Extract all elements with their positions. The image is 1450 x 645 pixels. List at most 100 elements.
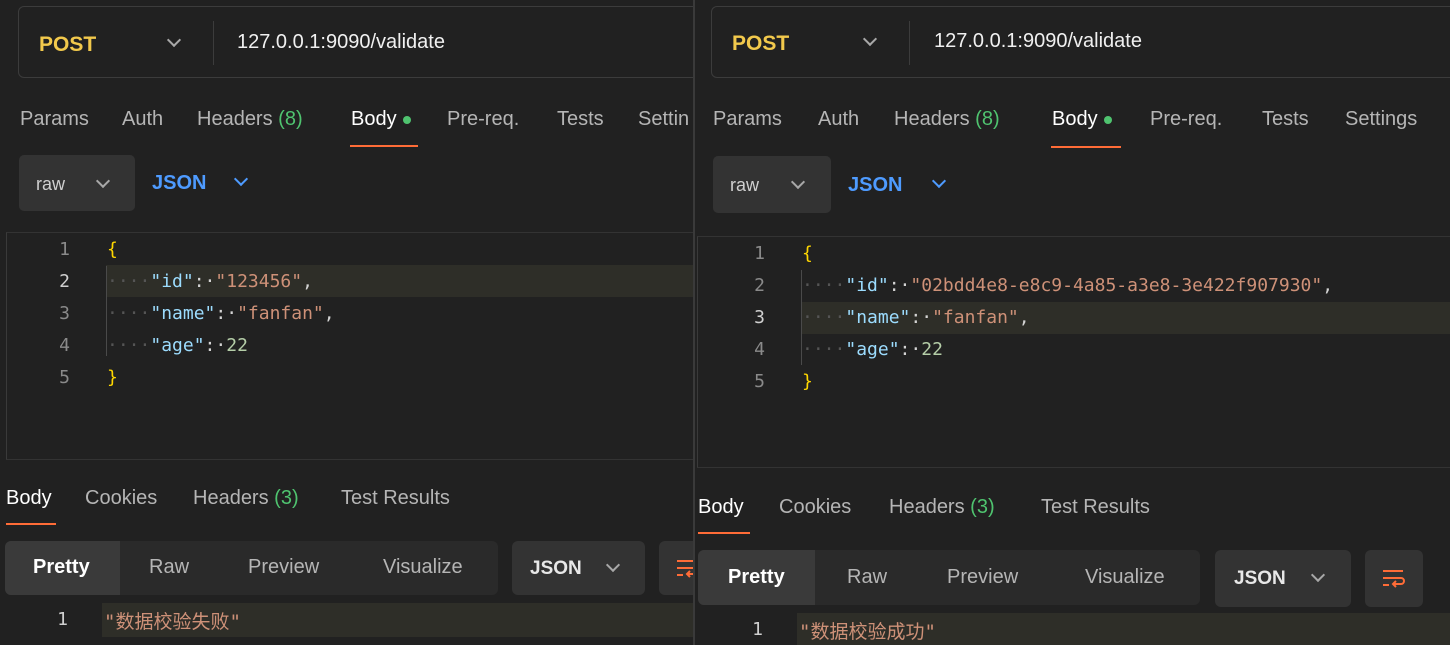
tab-settings[interactable]: Settin xyxy=(638,108,689,131)
chevron-down-icon[interactable] xyxy=(166,32,182,48)
view-visualize[interactable]: Visualize xyxy=(383,556,463,579)
json-key: "age" xyxy=(150,335,205,356)
chevron-down-icon[interactable] xyxy=(233,171,249,187)
response-format-select[interactable]: JSON xyxy=(512,541,645,595)
tab-headers[interactable]: Headers (8) xyxy=(894,108,1000,131)
code-line: ····"age":·22 xyxy=(107,335,248,356)
response-tab-body[interactable]: Body xyxy=(698,496,744,519)
tab-pre-request[interactable]: Pre-req. xyxy=(447,108,519,131)
divider xyxy=(909,21,910,65)
response-tab-cookies[interactable]: Cookies xyxy=(85,487,157,510)
line-number: 5 xyxy=(754,371,765,392)
right-request-panel: POST 127.0.0.1:9090/validate Params Auth… xyxy=(693,0,1450,645)
json-key: "age" xyxy=(845,339,900,360)
comma: , xyxy=(1018,307,1030,328)
json-value: "02bdd4e8-e8c9-4a85-a3e8-3e422f907930" xyxy=(910,275,1323,296)
response-tab-headers-label: Headers xyxy=(193,487,269,509)
tab-body[interactable]: Body xyxy=(1052,108,1112,131)
response-tab-test-results[interactable]: Test Results xyxy=(341,487,450,510)
response-tab-body[interactable]: Body xyxy=(6,487,52,510)
wrap-lines-icon xyxy=(1383,570,1405,588)
green-dot-icon xyxy=(1103,115,1112,124)
comma: , xyxy=(1322,275,1334,296)
url-bar: POST 127.0.0.1:9090/validate xyxy=(18,6,693,78)
response-format-select[interactable]: JSON xyxy=(1215,550,1351,607)
url-bar: POST 127.0.0.1:9090/validate xyxy=(711,6,1450,78)
whitespace: ···· xyxy=(107,303,151,324)
response-tab-headers[interactable]: Headers (3) xyxy=(193,487,299,510)
active-tab-underline xyxy=(350,145,418,147)
line-number: 5 xyxy=(59,367,70,388)
tab-auth[interactable]: Auth xyxy=(122,108,163,131)
code-line: ····"id":·"02bdd4e8-e8c9-4a85-a3e8-3e422… xyxy=(802,275,1333,296)
line-number: 1 xyxy=(754,243,765,264)
chevron-down-icon[interactable] xyxy=(931,173,947,189)
line-number: 3 xyxy=(754,307,765,328)
json-value: "123456" xyxy=(215,271,303,292)
view-visualize[interactable]: Visualize xyxy=(1085,566,1165,589)
response-tab-headers-label: Headers xyxy=(889,496,965,518)
active-tab-underline xyxy=(698,532,750,534)
view-pretty[interactable]: Pretty xyxy=(728,566,785,589)
method-select[interactable]: POST xyxy=(732,32,789,56)
code-line: } xyxy=(802,371,813,392)
response-tab-test-results[interactable]: Test Results xyxy=(1041,496,1150,519)
tab-body-label: Body xyxy=(1052,108,1098,130)
colon: :· xyxy=(204,335,227,356)
chevron-down-icon xyxy=(95,173,111,189)
code-line: ····"name":·"fanfan", xyxy=(107,303,335,324)
line-number: 4 xyxy=(754,339,765,360)
tab-tests[interactable]: Tests xyxy=(1262,108,1309,131)
json-value: 22 xyxy=(226,335,248,356)
view-mode-tabs: Pretty Raw Preview Visualize xyxy=(698,550,1200,605)
whitespace: ···· xyxy=(802,275,846,296)
chevron-down-icon xyxy=(790,174,806,190)
url-input[interactable]: 127.0.0.1:9090/validate xyxy=(237,31,445,54)
body-mode-label: raw xyxy=(36,174,66,194)
response-tab-headers[interactable]: Headers (3) xyxy=(889,496,995,519)
body-mode-label: raw xyxy=(730,175,760,195)
tab-body[interactable]: Body xyxy=(351,108,411,131)
tab-pre-request[interactable]: Pre-req. xyxy=(1150,108,1222,131)
view-raw[interactable]: Raw xyxy=(847,566,887,589)
colon: :· xyxy=(888,275,911,296)
headers-count: (8) xyxy=(278,108,303,130)
wrap-lines-button[interactable] xyxy=(1365,550,1423,607)
line-number: 4 xyxy=(59,335,70,356)
body-language-select[interactable]: JSON xyxy=(152,172,206,195)
body-mode-select[interactable]: raw xyxy=(19,155,135,211)
tab-tests[interactable]: Tests xyxy=(557,108,604,131)
tab-settings[interactable]: Settings xyxy=(1345,108,1417,131)
chevron-down-icon xyxy=(1310,567,1326,583)
whitespace: ···· xyxy=(107,271,151,292)
comma: , xyxy=(323,303,335,324)
chevron-down-icon[interactable] xyxy=(862,31,878,47)
active-tab-underline xyxy=(6,523,56,525)
tab-params[interactable]: Params xyxy=(713,108,782,131)
response-format-label: JSON xyxy=(1234,568,1286,589)
tab-headers-label: Headers xyxy=(197,108,273,130)
url-input[interactable]: 127.0.0.1:9090/validate xyxy=(934,30,1142,53)
code-line: ····"id":·"123456", xyxy=(107,271,313,292)
whitespace: ···· xyxy=(802,307,846,328)
tab-body-label: Body xyxy=(351,108,397,130)
active-tab-underline xyxy=(1051,146,1121,148)
divider xyxy=(213,21,214,65)
view-pretty[interactable]: Pretty xyxy=(33,556,90,579)
tab-headers[interactable]: Headers (8) xyxy=(197,108,303,131)
view-preview[interactable]: Preview xyxy=(947,566,1018,589)
tab-auth[interactable]: Auth xyxy=(818,108,859,131)
body-mode-select[interactable]: raw xyxy=(713,156,831,213)
whitespace: ···· xyxy=(802,339,846,360)
code-line: { xyxy=(802,243,813,264)
method-select[interactable]: POST xyxy=(39,33,96,57)
tab-params[interactable]: Params xyxy=(20,108,89,131)
body-language-select[interactable]: JSON xyxy=(848,174,902,197)
comma: , xyxy=(302,271,313,292)
json-value: "fanfan" xyxy=(932,307,1019,328)
response-tab-cookies[interactable]: Cookies xyxy=(779,496,851,519)
line-number: 2 xyxy=(754,275,765,296)
view-preview[interactable]: Preview xyxy=(248,556,319,579)
wrap-lines-button[interactable] xyxy=(659,541,693,595)
view-raw[interactable]: Raw xyxy=(149,556,189,579)
